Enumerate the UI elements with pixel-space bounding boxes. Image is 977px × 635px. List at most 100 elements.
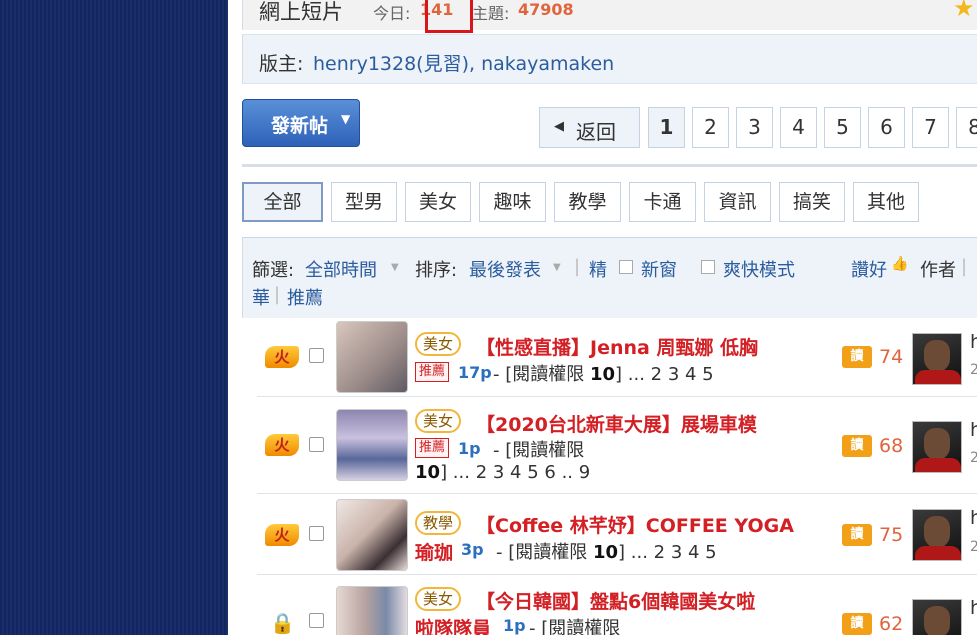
- thread-thumbnail[interactable]: [336, 586, 408, 635]
- category-other[interactable]: 其他: [853, 182, 919, 222]
- new-window-checkbox[interactable]: [619, 260, 633, 274]
- back-label: 返回: [576, 120, 616, 144]
- fast-mode-label[interactable]: 爽快模式: [723, 256, 795, 282]
- topics-label: 主題:: [472, 4, 510, 23]
- author-name[interactable]: h: [970, 331, 977, 353]
- page-link-6[interactable]: 6: [868, 107, 905, 148]
- recommend-link[interactable]: 推薦: [287, 284, 323, 310]
- thread-checkbox[interactable]: [309, 348, 324, 363]
- read-count: 62: [879, 613, 904, 635]
- thread-row: 火 美女 【2020台北新車大展】展場車模 推薦 1p - [閱讀權限 10] …: [257, 397, 977, 494]
- thread-checkbox[interactable]: [309, 526, 324, 541]
- read-count-icon: 讀: [842, 346, 872, 368]
- author-sort-link[interactable]: 作者: [920, 256, 956, 282]
- recommend-badge: 推薦: [415, 362, 450, 382]
- thread-meta: - [閱讀權限: [493, 440, 585, 461]
- page-link-3[interactable]: 3: [736, 107, 773, 148]
- thread-title[interactable]: 【2020台北新車大展】展場車模: [476, 410, 757, 437]
- category-all[interactable]: 全部: [242, 182, 323, 222]
- favorite-star-icon[interactable]: ★: [953, 0, 975, 22]
- thread-checkbox[interactable]: [309, 613, 324, 628]
- filter-bar: 篩選: 全部時間 ▼ 排序: 最後發表 ▼ | 精 新窗 爽快模式 讚好 👍 作…: [242, 237, 977, 318]
- post-date: 2: [970, 362, 977, 378]
- page-link-4[interactable]: 4: [780, 107, 817, 148]
- filter-time-dropdown[interactable]: 全部時間: [305, 256, 377, 282]
- thread-tag[interactable]: 美女: [415, 587, 462, 611]
- sort-caret-icon: ▼: [553, 262, 561, 273]
- filter-label: 篩選:: [252, 260, 295, 281]
- page-link-1[interactable]: 1: [648, 107, 685, 148]
- read-count-icon: 讀: [842, 613, 872, 635]
- moderator-row: 版主: henry1328(見習), nakayamaken: [242, 34, 977, 84]
- category-funny[interactable]: 搞笑: [779, 182, 845, 222]
- thread-title[interactable]: 【性感直播】Jenna 周甄娜 低胸: [476, 333, 758, 360]
- thread-thumbnail[interactable]: [336, 409, 408, 481]
- author-name[interactable]: h: [970, 597, 977, 619]
- today-label: 今日:: [373, 4, 411, 23]
- category-fun[interactable]: 趣味: [479, 182, 546, 222]
- hot-fire-icon: 火: [265, 434, 299, 456]
- caret-down-icon[interactable]: ▼: [341, 112, 350, 126]
- post-date: 2: [970, 450, 977, 466]
- new-window-label[interactable]: 新窗: [641, 256, 677, 282]
- fast-mode-checkbox[interactable]: [701, 260, 715, 274]
- recommend-badge: 推薦: [415, 438, 450, 458]
- thread-tag[interactable]: 教學: [415, 511, 462, 535]
- digest-link-wrap[interactable]: 華: [252, 284, 270, 310]
- thread-title[interactable]: 【今日韓國】盤點6個韓國美女啦: [476, 587, 755, 614]
- hot-fire-icon: 火: [265, 524, 299, 546]
- read-count: 75: [879, 524, 904, 546]
- new-post-label: 發新帖: [271, 115, 329, 137]
- thread-tag[interactable]: 美女: [415, 409, 462, 433]
- digest-link[interactable]: 精: [589, 256, 607, 282]
- author-avatar[interactable]: [912, 333, 962, 385]
- category-beauty[interactable]: 美女: [405, 182, 471, 222]
- sort-dropdown[interactable]: 最後發表: [469, 256, 541, 282]
- page-link-2[interactable]: 2: [692, 107, 729, 148]
- thread-thumbnail[interactable]: [336, 499, 408, 571]
- read-count: 74: [879, 346, 904, 368]
- page-link-5[interactable]: 5: [824, 107, 861, 148]
- page-link-8[interactable]: 8: [956, 107, 977, 148]
- author-name[interactable]: h: [970, 419, 977, 441]
- back-button[interactable]: ◀ 返回: [539, 107, 640, 148]
- lock-icon: 🔒: [270, 611, 295, 635]
- category-handsome[interactable]: 型男: [331, 182, 397, 222]
- author-avatar[interactable]: [912, 421, 962, 473]
- author-name[interactable]: h: [970, 507, 977, 529]
- thread-meta: - [閱讀權限: [529, 618, 621, 635]
- thread-tag[interactable]: 美女: [415, 332, 462, 356]
- page-link-7[interactable]: 7: [912, 107, 949, 148]
- category-info[interactable]: 資訊: [704, 182, 771, 222]
- photo-count: 17p: [458, 363, 492, 382]
- photo-count: 1p: [503, 616, 526, 635]
- thread-checkbox[interactable]: [309, 437, 324, 452]
- board-header: 網上短片 今日: 141 主題: 47908 ★ 收: [242, 0, 977, 33]
- category-cartoon[interactable]: 卡通: [629, 182, 696, 222]
- thread-title-line2[interactable]: 啦隊隊員: [415, 614, 491, 635]
- thread-row: 🔒 美女 【今日韓國】盤點6個韓國美女啦 啦隊隊員 1p - [閱讀權限 讀 6…: [257, 575, 977, 635]
- thread-title[interactable]: 【Coffee 林芊妤】COFFEE YOGA: [476, 511, 794, 538]
- thread-row: 火 美女 【性感直播】Jenna 周甄娜 低胸 推薦 17p - [閱讀權限 1…: [257, 318, 977, 397]
- filter-caret-icon: ▼: [391, 262, 399, 273]
- thread-meta: - [閱讀權限 10] ... 2 3 4 5: [496, 542, 717, 563]
- post-date: 2: [970, 539, 977, 555]
- today-highlight-box: [425, 0, 473, 33]
- thread-title-line2[interactable]: 瑜珈: [415, 538, 453, 565]
- author-avatar[interactable]: [912, 599, 962, 635]
- back-arrow-icon: ◀: [554, 119, 564, 134]
- moderator-links[interactable]: henry1328(見習), nakayamaken: [313, 49, 614, 76]
- hot-fire-icon: 火: [265, 346, 299, 368]
- thumb-icon: 👍: [891, 256, 909, 272]
- thread-meta: - [閱讀權限 10] ... 2 3 4 5: [493, 364, 714, 385]
- sort-label: 排序:: [415, 260, 458, 281]
- thread-row: 火 教學 【Coffee 林芊妤】COFFEE YOGA 瑜珈 3p - [閱讀…: [257, 494, 977, 575]
- category-tutorial[interactable]: 教學: [554, 182, 621, 222]
- divider: [242, 164, 977, 167]
- likes-sort-link[interactable]: 讚好: [851, 256, 887, 282]
- moderator-label: 版主:: [259, 53, 304, 75]
- photo-count: 3p: [461, 540, 484, 559]
- thread-thumbnail[interactable]: [336, 321, 408, 393]
- new-post-button[interactable]: 發新帖 ▼: [242, 99, 360, 147]
- author-avatar[interactable]: [912, 509, 962, 561]
